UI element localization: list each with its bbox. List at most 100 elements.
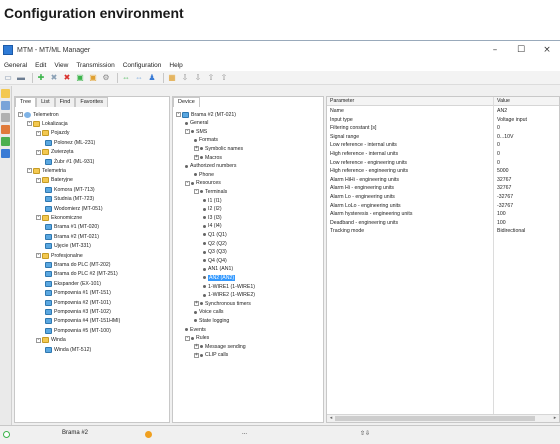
- collapse-icon[interactable]: -: [27, 121, 32, 127]
- tree-node[interactable]: + CLIP calls: [194, 351, 228, 360]
- collapse-icon[interactable]: -: [36, 130, 41, 136]
- tree-node[interactable]: - Pojazdy: [36, 129, 69, 138]
- parameter-value[interactable]: 32767: [497, 176, 511, 184]
- tree-node[interactable]: Brama #1 (MT-020): [45, 223, 99, 232]
- tree-node[interactable]: Wodomierz (MT-051): [45, 204, 103, 213]
- tree-node[interactable]: - Bateryjne: [36, 176, 73, 185]
- download-icon[interactable]: ⇩: [193, 73, 203, 83]
- menu-view[interactable]: View: [50, 62, 72, 69]
- tree-node[interactable]: Winda (MT-512): [45, 345, 91, 354]
- parameter-value[interactable]: 5000: [497, 167, 509, 175]
- tree-node[interactable]: - Telemetron: [18, 110, 59, 119]
- tree-node[interactable]: Brama do PLC (MT-202): [45, 260, 111, 269]
- menu-transmission[interactable]: Transmission: [72, 62, 118, 69]
- up-icon[interactable]: ⇧: [206, 73, 216, 83]
- parameter-value[interactable]: 0: [497, 141, 500, 149]
- scroll-thumb[interactable]: [335, 416, 535, 421]
- network-icon[interactable]: [1, 137, 10, 146]
- delete-icon[interactable]: ✖: [62, 73, 72, 83]
- collapse-icon[interactable]: -: [194, 189, 199, 195]
- read-icon[interactable]: ▣: [75, 73, 85, 83]
- tab-list[interactable]: List: [36, 97, 55, 107]
- tree-node[interactable]: - Telemetria: [27, 166, 66, 175]
- expand-icon[interactable]: +: [194, 155, 199, 160]
- parameter-value[interactable]: 100: [497, 210, 506, 218]
- tree-node[interactable]: Studnia (MT-723): [45, 195, 94, 204]
- tab-favorites[interactable]: Favorites: [75, 97, 108, 107]
- chart-icon[interactable]: [1, 125, 10, 134]
- parameter-value[interactable]: 0: [497, 159, 500, 167]
- tree-node[interactable]: Ekspander (EX-101): [45, 279, 101, 288]
- horizontal-scrollbar[interactable]: ◂ ▸: [327, 414, 559, 422]
- tree-node[interactable]: - Lokalizacja: [27, 119, 68, 128]
- write-icon[interactable]: ▣: [88, 73, 98, 83]
- tree-node[interactable]: - Winda: [36, 336, 66, 345]
- column-header-parameter[interactable]: Parameter: [330, 97, 354, 105]
- tree-node[interactable]: - Profesjonalne: [36, 251, 83, 260]
- expand-icon[interactable]: +: [194, 344, 199, 350]
- collapse-icon[interactable]: -: [185, 180, 190, 186]
- parameter-value[interactable]: 0...10V: [497, 133, 513, 141]
- expand-icon[interactable]: +: [194, 352, 199, 358]
- minimize-button[interactable]: –: [482, 41, 508, 59]
- users-icon[interactable]: [1, 101, 10, 110]
- parameter-value[interactable]: Voltage input: [497, 116, 527, 124]
- monitor-icon[interactable]: ▦: [167, 73, 177, 83]
- column-header-value[interactable]: Value: [497, 97, 510, 105]
- open-icon[interactable]: ▭: [3, 73, 13, 83]
- menu-configuration[interactable]: Configuration: [119, 62, 166, 69]
- collapse-icon[interactable]: -: [36, 253, 41, 258]
- monitor-icon[interactable]: [1, 113, 10, 122]
- info-icon[interactable]: [1, 149, 10, 158]
- collapse-icon[interactable]: -: [36, 215, 41, 221]
- tree-node[interactable]: Brama #2 (MT-021): [45, 232, 99, 241]
- tree-node[interactable]: Pompownia #5 (MT-100): [45, 326, 111, 335]
- tree-node[interactable]: Pompownia #4 (MT-151HMI): [45, 317, 120, 326]
- tree-node[interactable]: - Ekonomiczne: [36, 213, 82, 222]
- menu-help[interactable]: Help: [165, 62, 186, 69]
- tab-tree[interactable]: Tree: [15, 97, 37, 107]
- settings-icon[interactable]: ⚙: [101, 73, 111, 83]
- expand-icon[interactable]: +: [194, 301, 199, 307]
- parameter-value[interactable]: 0: [497, 124, 500, 132]
- parameter-value[interactable]: AN2: [497, 107, 507, 115]
- parameter-value[interactable]: 32767: [497, 184, 511, 192]
- parameter-value[interactable]: Bidirectional: [497, 227, 525, 235]
- connect-icon[interactable]: ✚: [36, 73, 46, 83]
- tree-node[interactable]: Żubr #1 (ML-931): [45, 157, 94, 166]
- tree-node[interactable]: Polonez (ML-231): [45, 138, 95, 147]
- tree-node[interactable]: Pompownia #3 (MT-102): [45, 307, 111, 316]
- folder-icon[interactable]: [1, 89, 10, 98]
- close-button[interactable]: ×: [534, 41, 560, 59]
- tree-node[interactable]: Pompownia #2 (MT-101): [45, 298, 111, 307]
- expand-icon[interactable]: +: [194, 146, 199, 152]
- parameter-value[interactable]: 100: [497, 219, 506, 227]
- disconnect-icon[interactable]: ✖: [49, 73, 59, 83]
- top-icon[interactable]: ⇧: [219, 73, 229, 83]
- tree-node[interactable]: Brama do PLC #2 (MT-251): [45, 270, 118, 279]
- collapse-icon[interactable]: -: [36, 337, 41, 343]
- collapse-icon[interactable]: -: [18, 112, 23, 117]
- link-icon[interactable]: ⇔: [121, 73, 131, 83]
- maximize-button[interactable]: ☐: [508, 41, 534, 59]
- parameter-value[interactable]: 0: [497, 150, 500, 158]
- tab-find[interactable]: Find: [54, 97, 76, 107]
- menu-general[interactable]: General: [0, 62, 31, 69]
- tree-node[interactable]: Komora (MT-713): [45, 185, 95, 194]
- tab-device[interactable]: Device: [173, 97, 200, 107]
- parameter-value[interactable]: -32767: [497, 193, 513, 201]
- user-icon[interactable]: ♟: [147, 73, 157, 83]
- collapse-icon[interactable]: -: [185, 335, 190, 341]
- menu-edit[interactable]: Edit: [31, 62, 50, 69]
- collapse-icon[interactable]: -: [36, 177, 41, 183]
- collapse-icon[interactable]: -: [27, 168, 32, 174]
- collapse-icon[interactable]: -: [185, 129, 190, 135]
- tree-node[interactable]: Pompownia #1 (MT-151): [45, 289, 111, 298]
- tree-node[interactable]: Ujęcie (MT-331): [45, 242, 91, 251]
- tree-node[interactable]: - Zwierzęta: [36, 148, 74, 157]
- collapse-icon[interactable]: -: [36, 149, 41, 155]
- collapse-icon[interactable]: -: [176, 112, 181, 117]
- scroll-right-icon[interactable]: ▸: [551, 415, 559, 422]
- save-icon[interactable]: ▬: [16, 73, 26, 83]
- scroll-left-icon[interactable]: ◂: [327, 415, 335, 422]
